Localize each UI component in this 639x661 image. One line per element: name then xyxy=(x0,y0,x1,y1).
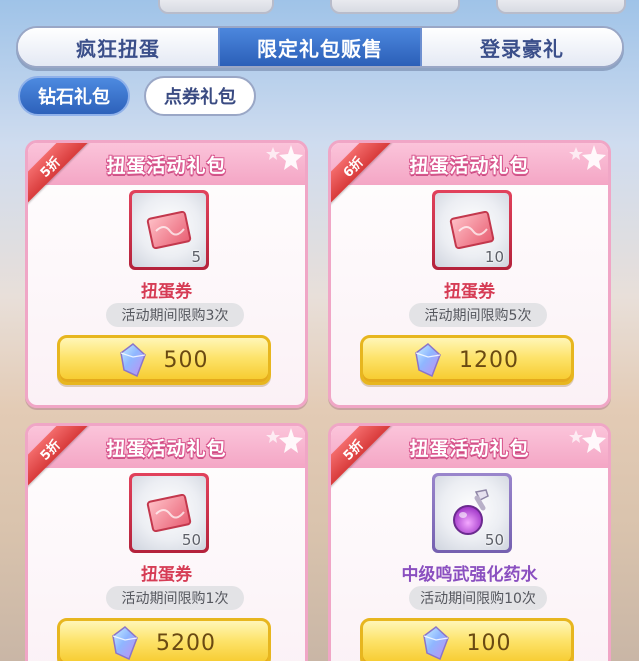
diamond-icon xyxy=(415,343,441,377)
diamond-icon xyxy=(119,343,146,377)
pack-card: 扭蛋活动礼包 5折 5 扭蛋券 活动期间限购3次 500 xyxy=(25,140,308,408)
main-tab-bar: 疯狂扭蛋 限定礼包贩售 登录豪礼 xyxy=(16,26,624,68)
purchase-limit: 活动期间限购10次 xyxy=(409,586,547,610)
pack-title: 扭蛋活动礼包 xyxy=(409,154,530,177)
purchase-limit: 活动期间限购5次 xyxy=(409,303,547,327)
item-quantity: 5 xyxy=(191,248,201,266)
star-icon xyxy=(266,428,303,453)
item-quantity: 10 xyxy=(484,248,504,266)
gacha-ticket-icon xyxy=(146,211,192,249)
diamond-icon xyxy=(422,626,449,660)
buy-button[interactable]: 1200 xyxy=(360,335,574,385)
item-slot[interactable]: 5 xyxy=(129,190,209,270)
item-name: 扭蛋券 xyxy=(141,282,192,302)
item-quantity: 50 xyxy=(484,531,504,549)
subtab-diamond-packs[interactable]: 钻石礼包 xyxy=(18,76,130,116)
buy-button[interactable]: 100 xyxy=(360,618,574,661)
pack-card: 扭蛋活动礼包 5折 50 扭蛋券 活动期间限购1次 5200 xyxy=(25,423,308,661)
star-icon xyxy=(569,145,606,170)
gacha-ticket-icon xyxy=(449,211,495,249)
item-name: 扭蛋券 xyxy=(141,565,192,585)
pack-card: 扭蛋活动礼包 5折 50 中级鸣武强化药水 活动期间限购10次 100 xyxy=(328,423,611,661)
top-bar-left xyxy=(158,0,274,14)
buy-button[interactable]: 5200 xyxy=(57,618,271,661)
tab-crazy-gacha[interactable]: 疯狂扭蛋 xyxy=(18,28,218,66)
gacha-ticket-icon xyxy=(146,494,192,532)
buy-button[interactable]: 500 xyxy=(57,335,271,385)
item-slot[interactable]: 10 xyxy=(432,190,512,270)
price-label: 500 xyxy=(163,347,209,373)
pack-card: 扭蛋活动礼包 6折 10 扭蛋券 活动期间限购5次 1200 xyxy=(328,140,611,408)
tab-login-rewards[interactable]: 登录豪礼 xyxy=(422,28,622,66)
price-label: 100 xyxy=(466,630,512,656)
pack-title: 扭蛋活动礼包 xyxy=(106,437,227,460)
purchase-limit: 活动期间限购1次 xyxy=(106,586,244,610)
purchase-limit: 活动期间限购3次 xyxy=(106,303,244,327)
top-bar-mid xyxy=(330,0,460,14)
diamond-icon xyxy=(112,626,138,660)
pack-title: 扭蛋活动礼包 xyxy=(409,437,530,460)
subtab-coupon-packs[interactable]: 点券礼包 xyxy=(144,76,256,116)
item-name: 扭蛋券 xyxy=(444,282,495,302)
star-icon xyxy=(569,428,606,453)
tab-limited-packs[interactable]: 限定礼包贩售 xyxy=(218,28,422,66)
price-label: 5200 xyxy=(156,630,216,656)
price-label: 1200 xyxy=(459,347,519,373)
item-name: 中级鸣武强化药水 xyxy=(401,565,538,585)
pack-title: 扭蛋活动礼包 xyxy=(106,154,227,177)
item-slot[interactable]: 50 xyxy=(129,473,209,553)
item-quantity: 50 xyxy=(181,531,201,549)
item-slot[interactable]: 50 xyxy=(432,473,512,553)
top-bar-right xyxy=(496,0,626,14)
star-icon xyxy=(266,145,303,170)
